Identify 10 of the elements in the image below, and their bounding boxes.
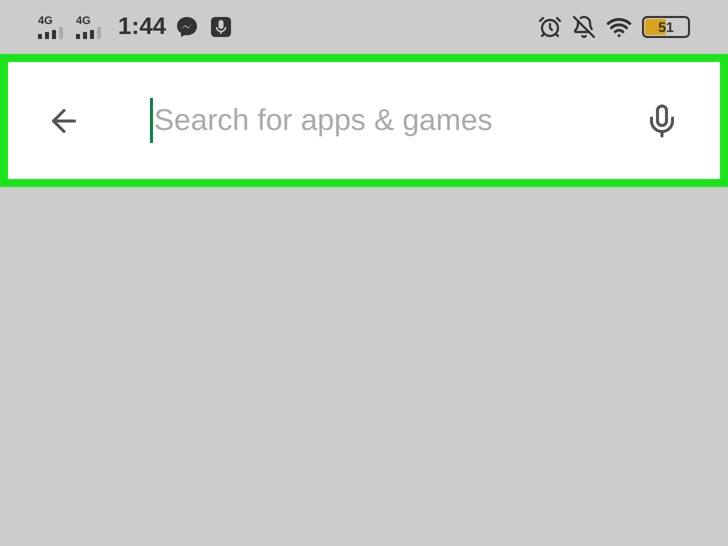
search-field[interactable]: Search for apps & games [150, 98, 644, 143]
search-bar[interactable]: Search for apps & games [0, 54, 728, 187]
microphone-icon [210, 16, 232, 38]
alarm-icon [538, 15, 562, 39]
battery-level: 51 [657, 18, 675, 36]
network-label: 4G [38, 15, 53, 27]
chat-bubble-icon [176, 16, 198, 38]
network-label: 4G [76, 15, 91, 27]
bell-off-icon [572, 15, 596, 39]
clock-time: 1:44 [118, 12, 166, 42]
